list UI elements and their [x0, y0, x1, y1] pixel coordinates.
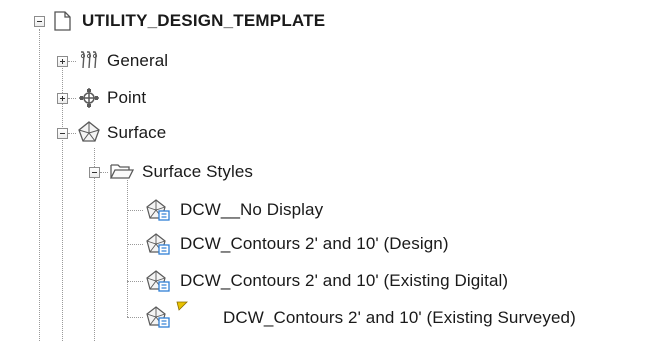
surface-style-label: DCW_Contours 2' and 10' (Existing Digita… [180, 271, 509, 290]
in-use-marker-icon [176, 300, 188, 312]
tree-node-point[interactable]: Point [107, 83, 146, 113]
tree-node-surface[interactable]: Surface [107, 118, 166, 148]
tree-line [62, 65, 63, 341]
tree-node-label: General [107, 51, 169, 70]
surface-style-item[interactable]: DCW_Contours 2' and 10' (Existing Digita… [180, 266, 508, 296]
surface-icon [77, 121, 100, 143]
surface-style-item[interactable]: DCW__No Display [180, 195, 323, 225]
surface-style-label: DCW_Contours 2' and 10' (Existing Survey… [223, 308, 576, 327]
tree-node-label: Surface [107, 123, 167, 142]
surface-style-item[interactable]: DCW_Contours 2' and 10' (Existing Survey… [223, 303, 576, 333]
surface-style-icon [145, 305, 171, 329]
tree-line [68, 98, 76, 99]
tree-line [127, 317, 143, 318]
surface-collapse-toggle[interactable] [57, 128, 68, 139]
point-icon [78, 87, 100, 109]
tree-root[interactable]: UTILITY_DESIGN_TEMPLATE [82, 6, 325, 36]
tree-node-label: Point [107, 88, 147, 107]
tree-line [39, 29, 40, 341]
tree-line [127, 281, 143, 282]
tree-line [68, 133, 76, 134]
surface-style-icon [145, 232, 171, 256]
surface-style-label: DCW__No Display [180, 200, 324, 219]
surface-styles-collapse-toggle[interactable] [89, 167, 100, 178]
tree-node-label: Surface Styles [142, 162, 254, 181]
tree-line [127, 210, 143, 211]
tree-node-general[interactable]: General [107, 46, 168, 76]
tree-line [68, 61, 76, 62]
open-folder-icon [109, 160, 135, 182]
general-expand-toggle[interactable] [57, 56, 68, 67]
root-collapse-toggle[interactable] [34, 16, 45, 27]
point-expand-toggle[interactable] [57, 93, 68, 104]
tree-line [127, 244, 143, 245]
tree-root-label: UTILITY_DESIGN_TEMPLATE [82, 11, 326, 30]
surface-style-item[interactable]: DCW_Contours 2' and 10' (Design) [180, 229, 449, 259]
surface-style-icon [145, 269, 171, 293]
tree-line [127, 180, 128, 317]
tree-node-surface-styles[interactable]: Surface Styles [142, 157, 253, 187]
surface-style-icon [145, 198, 171, 222]
general-settings-icon [78, 49, 100, 71]
tree-line [100, 172, 108, 173]
surface-style-label: DCW_Contours 2' and 10' (Design) [180, 234, 449, 253]
styles-tree: UTILITY_DESIGN_TEMPLATE General Point Su… [0, 0, 663, 341]
document-icon [51, 10, 73, 32]
